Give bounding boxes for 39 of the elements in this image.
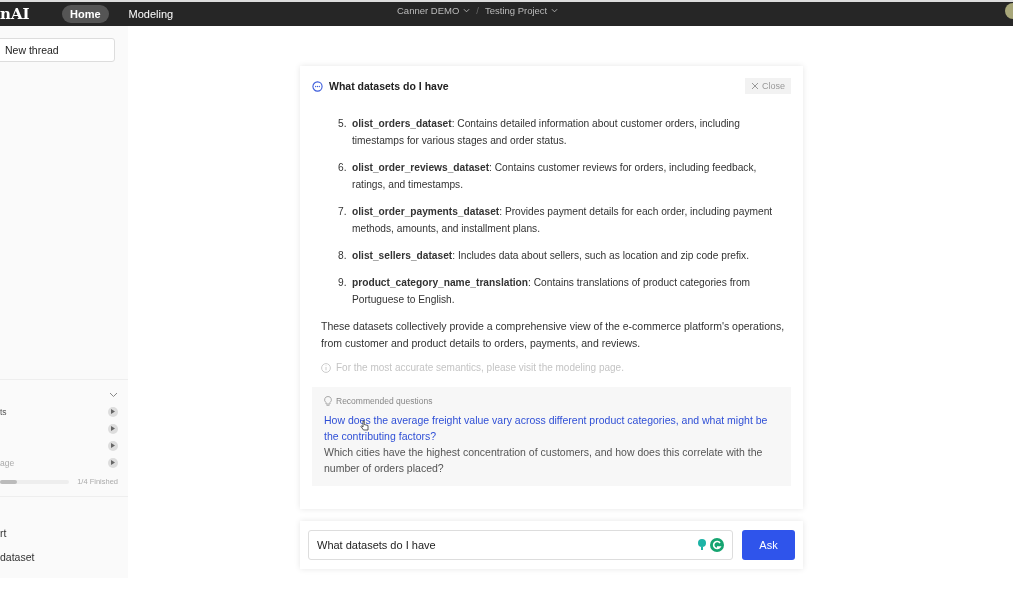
new-thread-button[interactable]: New thread xyxy=(0,38,115,62)
question-link[interactable]: How does the average freight value vary across different product categories, and what might be the contributing factors? xyxy=(324,412,779,444)
ask-button[interactable]: Ask xyxy=(742,530,795,560)
sidebar-link[interactable]: rt xyxy=(0,527,128,539)
list-item-text: olist_order_reviews_dataset: Contains customer reviews for orders, including feedback, ratings, and timestamps. xyxy=(352,161,758,192)
list-number: 6. xyxy=(338,161,348,175)
nav-tab[interactable]: Modeling xyxy=(120,5,182,23)
play-icon[interactable] xyxy=(108,457,118,468)
breadcrumb-dropdown[interactable]: Canner DEMO xyxy=(397,5,471,16)
play-icon[interactable] xyxy=(108,440,118,451)
lightbulb-icon xyxy=(324,396,332,406)
summary-text: These datasets collectively provide a comprehensive view of the e-commerce platform's operations, from customer and product details to orders, payments, and reviews. xyxy=(321,319,786,351)
list-item-text: olist_orders_dataset: Contains detailed information about customer orders, including timestamps for various stages and order status. xyxy=(352,117,741,148)
info-icon xyxy=(321,362,331,373)
sidebar-link[interactable]: dataset xyxy=(0,551,128,563)
list-number: 8. xyxy=(338,249,348,263)
chevron-icon[interactable] xyxy=(109,391,118,398)
list-number: 7. xyxy=(338,205,348,219)
checklist-item[interactable]: ts xyxy=(0,406,7,417)
play-icon[interactable] xyxy=(108,423,118,434)
list-number: 5. xyxy=(338,117,348,131)
list-number: 9. xyxy=(338,276,348,290)
list-item-text: olist_order_payments_dataset: Provides payment details for each order, including payment methods, amounts, and installment plans. xyxy=(352,205,774,236)
logo[interactable]: nAI xyxy=(0,5,62,23)
extension-icons xyxy=(695,537,725,553)
section-heading: Recommended questions xyxy=(336,396,433,406)
nav-tab[interactable]: Home xyxy=(62,5,109,23)
chevron-icon xyxy=(463,8,471,13)
question-link[interactable]: Which cities have the highest concentration of customers, and how does this correlate with the number of orders placed? xyxy=(324,444,779,476)
breadcrumb-separator: / xyxy=(476,5,479,16)
play-icon[interactable] xyxy=(108,406,118,417)
close-icon xyxy=(751,82,759,90)
chat-icon xyxy=(312,80,323,92)
list-item-text: product_category_name_translation: Contains translations of product categories from Portuguese to English. xyxy=(352,276,752,307)
thread-title: What datasets do I have xyxy=(329,80,450,92)
question-input[interactable]: What datasets do I have xyxy=(308,530,733,560)
list-item-text: olist_sellers_dataset: Includes data about sellers, such as location and zip code prefix. xyxy=(352,249,749,263)
breadcrumb-dropdown[interactable]: Testing Project xyxy=(484,5,559,16)
chevron-icon xyxy=(551,8,559,13)
